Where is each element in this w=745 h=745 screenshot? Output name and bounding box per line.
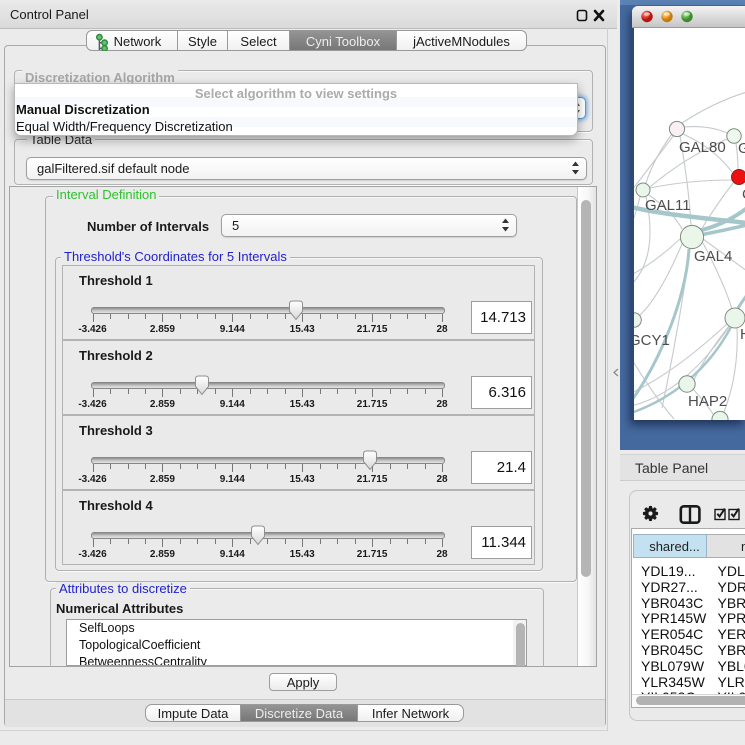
svg-text:HAP2: HAP2 — [688, 393, 727, 410]
svg-text:GAL11: GAL11 — [645, 197, 691, 214]
svg-text:GCY1: GCY1 — [634, 332, 670, 349]
svg-text:GAL80: GAL80 — [679, 139, 726, 156]
svg-text:GAL4: GAL4 — [694, 248, 732, 265]
svg-text:GA: GA — [738, 140, 745, 157]
svg-text:H: H — [740, 326, 745, 343]
